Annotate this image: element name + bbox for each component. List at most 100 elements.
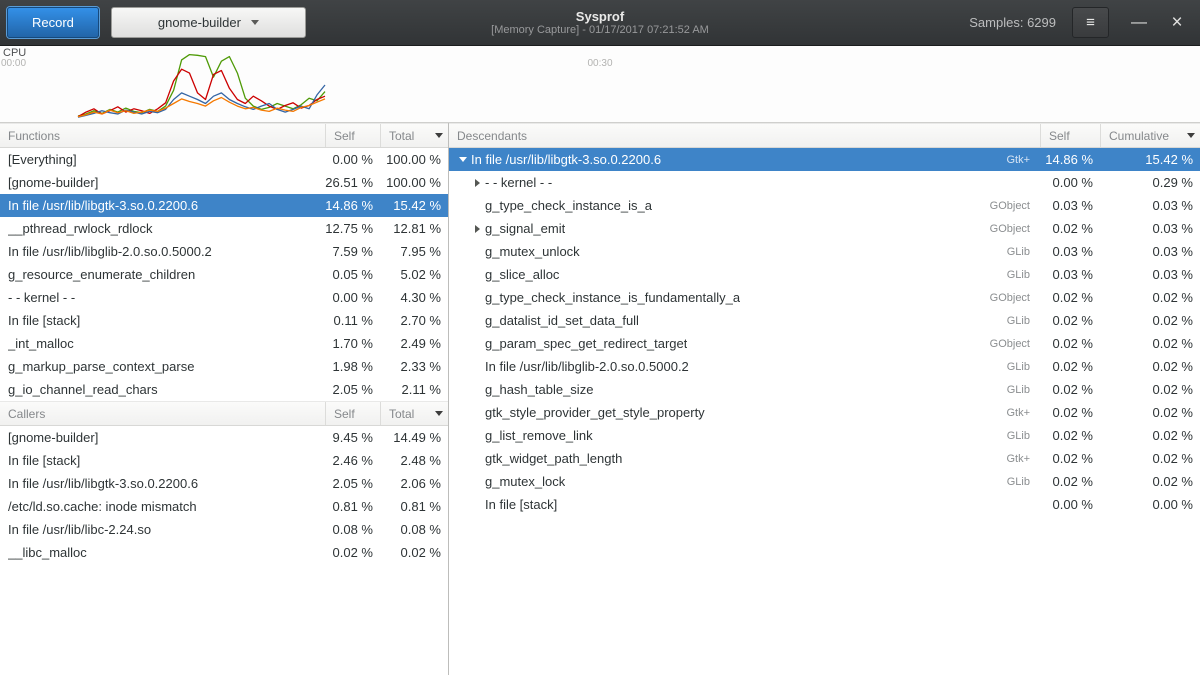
self-value: 0.02 % xyxy=(1040,290,1100,305)
column-header-total[interactable]: Total xyxy=(380,124,448,147)
name-cell: g_signal_emitGObject xyxy=(449,217,1040,240)
table-row[interactable]: In file [stack]2.46 %2.48 % xyxy=(0,449,448,472)
close-button[interactable]: × xyxy=(1161,7,1193,39)
name-cell: In file /usr/lib/libgtk-3.so.0.2200.6Gtk… xyxy=(449,148,1040,171)
process-selector-dropdown[interactable]: gnome-builder xyxy=(111,7,306,38)
column-header-callers[interactable]: Callers xyxy=(0,402,325,425)
function-name: gtk_widget_path_length xyxy=(485,451,622,466)
column-header-self[interactable]: Self xyxy=(325,402,380,425)
table-row[interactable]: In file /usr/lib/libgtk-3.so.0.2200.6Gtk… xyxy=(449,148,1200,171)
self-value: 2.46 % xyxy=(325,453,380,468)
table-row[interactable]: [gnome-builder]26.51 %100.00 % xyxy=(0,171,448,194)
function-name: [gnome-builder] xyxy=(8,430,98,445)
table-row[interactable]: g_mutex_unlockGLib0.03 %0.03 % xyxy=(449,240,1200,263)
table-row[interactable]: __libc_malloc0.02 %0.02 % xyxy=(0,541,448,564)
total-value: 0.08 % xyxy=(380,522,448,537)
self-value: 0.02 % xyxy=(1040,313,1100,328)
name-cell: gtk_style_provider_get_style_propertyGtk… xyxy=(449,401,1040,424)
self-value: 0.11 % xyxy=(325,313,380,328)
column-label: Self xyxy=(334,407,355,421)
cumulative-value: 0.02 % xyxy=(1100,382,1200,397)
table-row[interactable]: In file [stack]0.00 %0.00 % xyxy=(449,493,1200,516)
column-header-self[interactable]: Self xyxy=(325,124,380,147)
cumulative-value: 0.03 % xyxy=(1100,267,1200,282)
left-pane: FunctionsSelfTotal[Everything]0.00 %100.… xyxy=(0,123,449,675)
table-row[interactable]: /etc/ld.so.cache: inode mismatch0.81 %0.… xyxy=(0,495,448,518)
cpu-green-line xyxy=(78,55,325,116)
expander-collapsed-icon[interactable] xyxy=(469,217,485,240)
expander-expanded-icon[interactable] xyxy=(455,148,471,171)
name-cell: In file /usr/lib/libgtk-3.so.0.2200.6 xyxy=(0,194,325,217)
table-row[interactable]: _int_malloc1.70 %2.49 % xyxy=(0,332,448,355)
table-row[interactable]: In file /usr/lib/libglib-2.0.so.0.5000.2… xyxy=(449,355,1200,378)
minimize-icon: — xyxy=(1131,14,1147,32)
self-value: 0.02 % xyxy=(1040,474,1100,489)
function-name: g_slice_alloc xyxy=(485,267,559,282)
table-row[interactable]: gtk_style_provider_get_style_propertyGtk… xyxy=(449,401,1200,424)
minimize-button[interactable]: — xyxy=(1123,7,1155,39)
table-row[interactable]: g_datalist_id_set_data_fullGLib0.02 %0.0… xyxy=(449,309,1200,332)
table-row[interactable]: [gnome-builder]9.45 %14.49 % xyxy=(0,426,448,449)
column-header-self[interactable]: Self xyxy=(1040,124,1100,147)
function-name: g_param_spec_get_redirect_target xyxy=(485,336,687,351)
table-row[interactable]: In file /usr/lib/libc-2.24.so0.08 %0.08 … xyxy=(0,518,448,541)
column-header-functions[interactable]: Functions xyxy=(0,124,325,147)
column-header-total[interactable]: Total xyxy=(380,402,448,425)
table-row[interactable]: g_type_check_instance_is_fundamentally_a… xyxy=(449,286,1200,309)
library-badge: GObject xyxy=(980,223,1040,235)
expander-spacer xyxy=(469,447,485,470)
table-header-row: Callers Self Total xyxy=(0,401,448,426)
table-row[interactable]: g_type_check_instance_is_aGObject0.03 %0… xyxy=(449,194,1200,217)
cumulative-value: 0.03 % xyxy=(1100,221,1200,236)
total-value: 2.06 % xyxy=(380,476,448,491)
column-header-descendants[interactable]: Descendants xyxy=(449,124,1040,147)
table-row[interactable]: [Everything]0.00 %100.00 % xyxy=(0,148,448,171)
total-value: 0.02 % xyxy=(380,545,448,560)
column-header-cumulative[interactable]: Cumulative xyxy=(1100,124,1200,147)
menu-button[interactable]: ≡ xyxy=(1072,7,1109,38)
function-name: g_mutex_lock xyxy=(485,474,565,489)
total-value: 0.81 % xyxy=(380,499,448,514)
self-value: 12.75 % xyxy=(325,221,380,236)
table-row[interactable]: gtk_widget_path_lengthGtk+0.02 %0.02 % xyxy=(449,447,1200,470)
expander-collapsed-icon[interactable] xyxy=(469,171,485,194)
table-row[interactable]: g_io_channel_read_chars2.05 %2.11 % xyxy=(0,378,448,401)
total-value: 4.30 % xyxy=(380,290,448,305)
name-cell: g_list_remove_linkGLib xyxy=(449,424,1040,447)
function-name: g_type_check_instance_is_fundamentally_a xyxy=(485,290,740,305)
library-badge: GLib xyxy=(997,361,1040,373)
cpu-graph[interactable]: CPU 00:00 00:30 xyxy=(0,46,1200,123)
self-value: 0.02 % xyxy=(1040,359,1100,374)
self-value: 0.00 % xyxy=(1040,497,1100,512)
self-value: 26.51 % xyxy=(325,175,380,190)
time-tick-mid: 00:30 xyxy=(587,58,612,69)
table-row[interactable]: g_param_spec_get_redirect_targetGObject0… xyxy=(449,332,1200,355)
self-value: 0.03 % xyxy=(1040,198,1100,213)
app-title: Sysprof xyxy=(576,9,624,24)
table-row[interactable]: In file /usr/lib/libgtk-3.so.0.2200.614.… xyxy=(0,194,448,217)
cumulative-value: 0.02 % xyxy=(1100,290,1200,305)
table-row[interactable]: g_slice_allocGLib0.03 %0.03 % xyxy=(449,263,1200,286)
expander-spacer xyxy=(469,493,485,516)
function-name: _int_malloc xyxy=(8,336,74,351)
table-row[interactable]: - - kernel - -0.00 %4.30 % xyxy=(0,286,448,309)
table-row[interactable]: g_resource_enumerate_children0.05 %5.02 … xyxy=(0,263,448,286)
table-row[interactable]: - - kernel - -0.00 %0.29 % xyxy=(449,171,1200,194)
name-cell: g_type_check_instance_is_aGObject xyxy=(449,194,1040,217)
table-row[interactable]: __pthread_rwlock_rdlock12.75 %12.81 % xyxy=(0,217,448,240)
table-row[interactable]: g_list_remove_linkGLib0.02 %0.02 % xyxy=(449,424,1200,447)
process-selector-label: gnome-builder xyxy=(158,15,241,30)
record-button[interactable]: Record xyxy=(7,7,99,38)
table-row[interactable]: In file [stack]0.11 %2.70 % xyxy=(0,309,448,332)
table-row[interactable]: In file /usr/lib/libglib-2.0.so.0.5000.2… xyxy=(0,240,448,263)
table-row[interactable]: g_mutex_lockGLib0.02 %0.02 % xyxy=(449,470,1200,493)
table-row[interactable]: g_hash_table_sizeGLib0.02 %0.02 % xyxy=(449,378,1200,401)
table-header-row: FunctionsSelfTotal xyxy=(0,123,448,148)
table-row[interactable]: g_markup_parse_context_parse1.98 %2.33 % xyxy=(0,355,448,378)
name-cell: [gnome-builder] xyxy=(0,426,325,449)
table-row[interactable]: In file /usr/lib/libgtk-3.so.0.2200.62.0… xyxy=(0,472,448,495)
library-badge: GObject xyxy=(980,292,1040,304)
function-name: g_type_check_instance_is_a xyxy=(485,198,652,213)
function-name: __pthread_rwlock_rdlock xyxy=(8,221,153,236)
table-row[interactable]: g_signal_emitGObject0.02 %0.03 % xyxy=(449,217,1200,240)
